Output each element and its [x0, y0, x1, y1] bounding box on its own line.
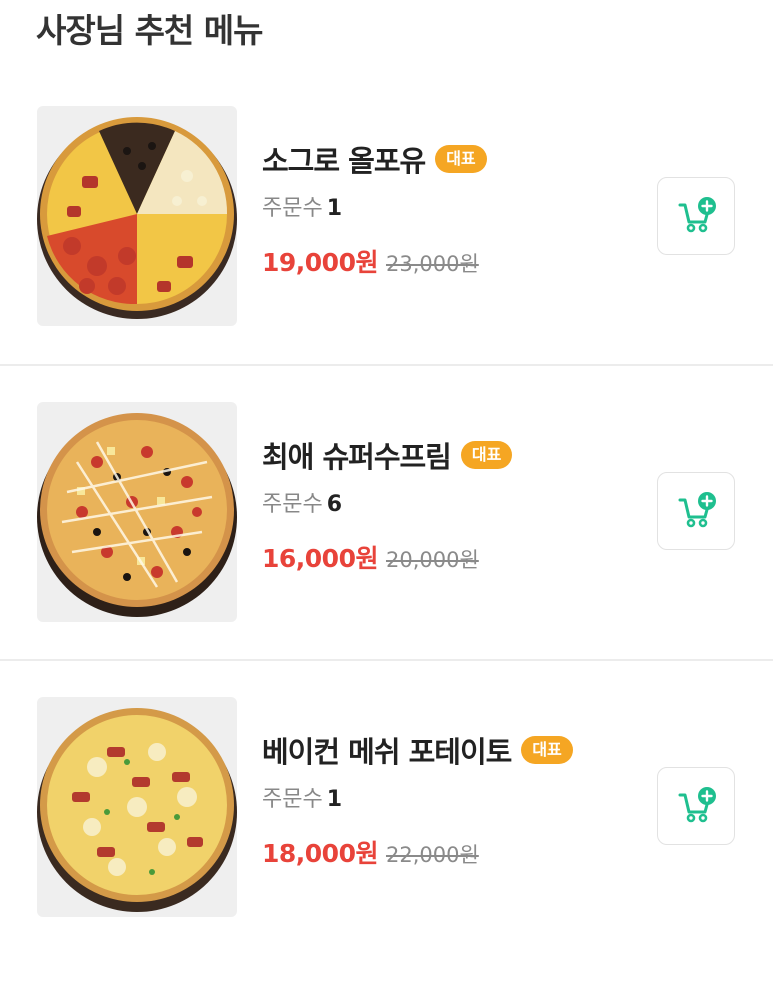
order-count-label: 주문수: [262, 492, 323, 517]
menu-item-name: 베이컨 메쉬 포테이토: [262, 735, 512, 769]
original-price: 22,000원: [385, 843, 479, 867]
add-to-cart-button[interactable]: [657, 472, 735, 550]
menu-item[interactable]: 베이컨 메쉬 포테이토 대표 주문수 1 18,000원 22,000원: [0, 697, 773, 992]
order-count-label: 주문수: [262, 196, 323, 221]
add-to-cart-button[interactable]: [657, 177, 735, 255]
menu-item-name: 최애 슈퍼수프림: [262, 440, 452, 474]
sale-price: 18,000원: [262, 839, 378, 868]
menu-item[interactable]: 소그로 올포유 대표 주문수 1 19,000원 23,000원: [0, 106, 773, 401]
menu-item-image[interactable]: [37, 106, 237, 326]
add-to-cart-button[interactable]: [657, 767, 735, 845]
order-count-value: 6: [326, 492, 343, 517]
order-count-value: 1: [326, 196, 343, 221]
menu-item-image[interactable]: [37, 402, 237, 622]
sale-price: 19,000원: [262, 248, 378, 277]
order-count-label: 주문수: [262, 787, 323, 812]
signature-badge: 대표: [521, 736, 573, 764]
order-count-value: 1: [326, 787, 343, 812]
cart-plus-icon: [678, 787, 716, 823]
sale-price: 16,000원: [262, 544, 378, 573]
signature-badge: 대표: [435, 145, 487, 173]
section-title: 사장님 추천 메뉴: [36, 11, 263, 50]
divider: [0, 364, 773, 366]
menu-item[interactable]: 최애 슈퍼수프림 대표 주문수 6 16,000원 20,000원: [0, 402, 773, 697]
menu-item-image[interactable]: [37, 697, 237, 917]
order-count: 주문수 1: [262, 785, 573, 815]
divider: [0, 659, 773, 661]
signature-badge: 대표: [460, 441, 513, 469]
order-count: 주문수 6: [262, 490, 512, 520]
original-price: 23,000원: [385, 252, 479, 276]
menu-item-name: 소그로 올포유: [262, 144, 426, 178]
cart-plus-icon: [678, 492, 716, 528]
cart-plus-icon: [678, 197, 716, 233]
original-price: 20,000원: [385, 548, 479, 572]
order-count: 주문수 1: [262, 194, 487, 224]
